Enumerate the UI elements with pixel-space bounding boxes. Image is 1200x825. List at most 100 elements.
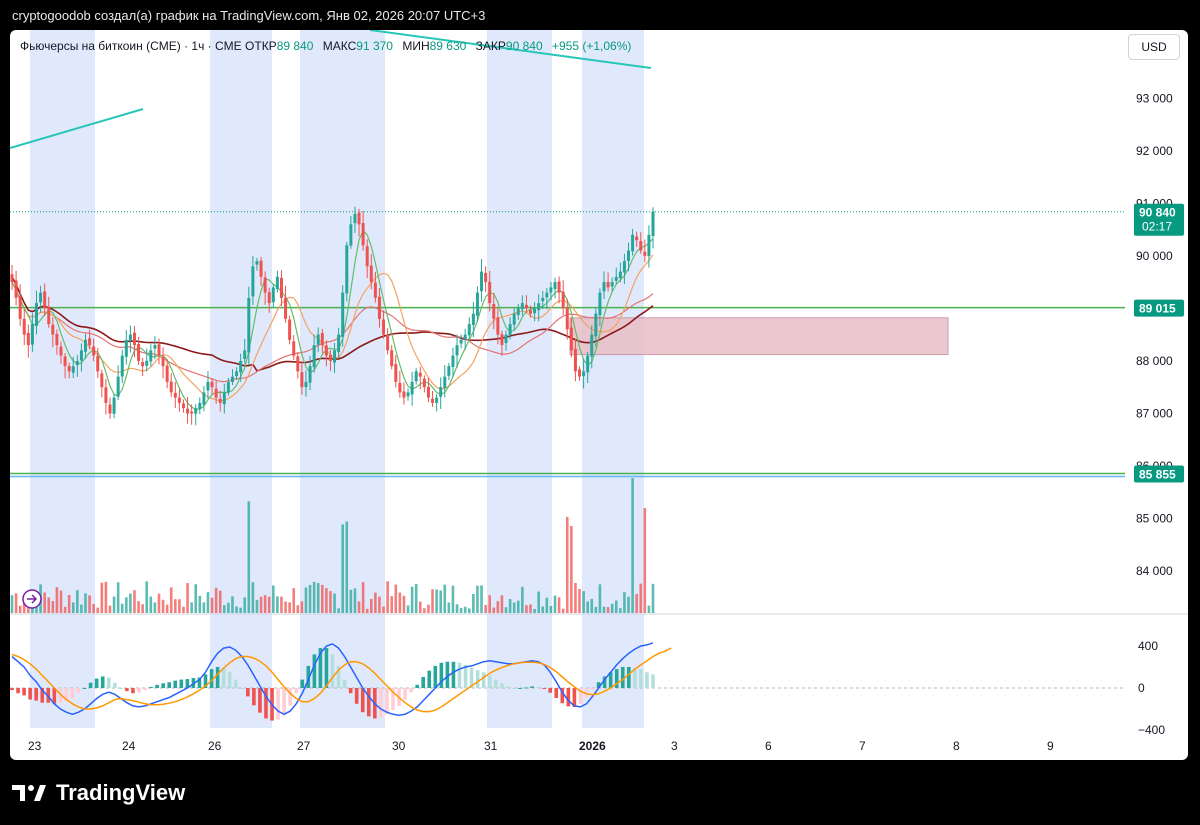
candle-body[interactable]	[545, 292, 549, 298]
candle-body[interactable]	[67, 366, 71, 372]
candle-body[interactable]	[606, 281, 610, 288]
candle-body[interactable]	[328, 354, 332, 361]
candle-body[interactable]	[141, 362, 145, 367]
candle-body[interactable]	[181, 403, 185, 409]
candle-body[interactable]	[631, 234, 635, 252]
candle-body[interactable]	[459, 339, 463, 344]
candle-body[interactable]	[34, 303, 38, 326]
candle-body[interactable]	[471, 313, 475, 325]
candle-body[interactable]	[304, 381, 308, 388]
candle-body[interactable]	[439, 387, 443, 397]
candle-body[interactable]	[112, 397, 116, 414]
candle-body[interactable]	[55, 333, 59, 346]
candle-body[interactable]	[586, 355, 590, 373]
candle-body[interactable]	[569, 327, 573, 351]
candle-body[interactable]	[324, 345, 328, 356]
candle-body[interactable]	[369, 265, 373, 283]
candle-body[interactable]	[92, 346, 96, 356]
candle-body[interactable]	[165, 365, 169, 382]
candle-body[interactable]	[618, 271, 622, 279]
candle-body[interactable]	[553, 282, 557, 290]
candle-body[interactable]	[255, 261, 259, 265]
candle-body[interactable]	[104, 387, 108, 403]
candle-body[interactable]	[226, 381, 230, 393]
candle-body[interactable]	[22, 318, 26, 335]
candle-body[interactable]	[100, 373, 104, 388]
candle-body[interactable]	[312, 345, 316, 368]
candle-body[interactable]	[610, 282, 614, 287]
candle-body[interactable]	[602, 282, 606, 292]
candle-body[interactable]	[206, 381, 210, 391]
candle-body[interactable]	[218, 398, 222, 403]
candle-body[interactable]	[643, 251, 647, 256]
candle-body[interactable]	[279, 277, 283, 298]
candle-body[interactable]	[51, 324, 55, 335]
candle-body[interactable]	[169, 381, 173, 393]
candle-body[interactable]	[406, 392, 410, 397]
candle-body[interactable]	[533, 308, 537, 314]
candle-body[interactable]	[124, 339, 128, 357]
candle-body[interactable]	[492, 303, 496, 319]
candle-body[interactable]	[177, 397, 181, 403]
candle-body[interactable]	[145, 360, 149, 366]
candle-body[interactable]	[508, 324, 512, 335]
candle-body[interactable]	[496, 317, 500, 335]
candle-body[interactable]	[455, 345, 459, 356]
candle-body[interactable]	[173, 392, 177, 398]
candle-body[interactable]	[614, 276, 618, 281]
candle-body[interactable]	[594, 313, 598, 337]
candle-body[interactable]	[647, 234, 651, 257]
candle-body[interactable]	[47, 306, 51, 325]
candle-body[interactable]	[251, 266, 255, 297]
candle-body[interactable]	[398, 382, 402, 393]
candle-body[interactable]	[435, 397, 439, 403]
candle-body[interactable]	[484, 272, 488, 283]
candle-body[interactable]	[512, 313, 516, 325]
candle-body[interactable]	[386, 334, 390, 351]
candle-body[interactable]	[377, 296, 381, 319]
candle-body[interactable]	[639, 241, 643, 251]
candle-body[interactable]	[108, 404, 112, 414]
candle-body[interactable]	[520, 303, 524, 310]
candle-body[interactable]	[529, 310, 533, 314]
chart-canvas[interactable]: 94 00093 00092 00091 00090 00088 00087 0…	[10, 30, 1188, 760]
candle-body[interactable]	[10, 274, 14, 283]
candle-body[interactable]	[467, 324, 471, 336]
candle-body[interactable]	[349, 224, 353, 246]
candle-body[interactable]	[120, 355, 124, 377]
candle-body[interactable]	[361, 223, 365, 246]
candle-body[interactable]	[88, 338, 92, 346]
candle-body[interactable]	[271, 287, 275, 303]
candle-body[interactable]	[267, 292, 271, 304]
candle-body[interactable]	[635, 236, 639, 241]
candle-body[interactable]	[161, 357, 165, 367]
candle-body[interactable]	[382, 319, 386, 335]
candle-body[interactable]	[198, 402, 202, 409]
candle-body[interactable]	[202, 392, 206, 405]
candle-body[interactable]	[296, 356, 300, 372]
candle-body[interactable]	[341, 292, 345, 337]
candle-body[interactable]	[590, 334, 594, 357]
candle-body[interactable]	[451, 355, 455, 367]
candle-body[interactable]	[157, 344, 161, 356]
candle-body[interactable]	[426, 386, 430, 398]
candle-body[interactable]	[582, 371, 586, 377]
candle-body[interactable]	[537, 303, 541, 311]
candle-body[interactable]	[549, 287, 553, 293]
candle-body[interactable]	[79, 350, 83, 361]
candle-body[interactable]	[149, 350, 153, 362]
candle-body[interactable]	[365, 246, 369, 267]
candle-body[interactable]	[308, 366, 312, 383]
candle-body[interactable]	[504, 334, 508, 344]
candle-body[interactable]	[96, 356, 100, 372]
candle-body[interactable]	[373, 282, 377, 298]
candle-body[interactable]	[480, 271, 484, 292]
candle-body[interactable]	[422, 378, 426, 388]
candle-body[interactable]	[300, 372, 304, 388]
candle-body[interactable]	[132, 332, 136, 346]
candle-body[interactable]	[394, 364, 398, 382]
candle-body[interactable]	[516, 308, 520, 316]
candle-body[interactable]	[247, 297, 251, 353]
candle-body[interactable]	[128, 334, 132, 342]
candle-body[interactable]	[39, 292, 43, 303]
